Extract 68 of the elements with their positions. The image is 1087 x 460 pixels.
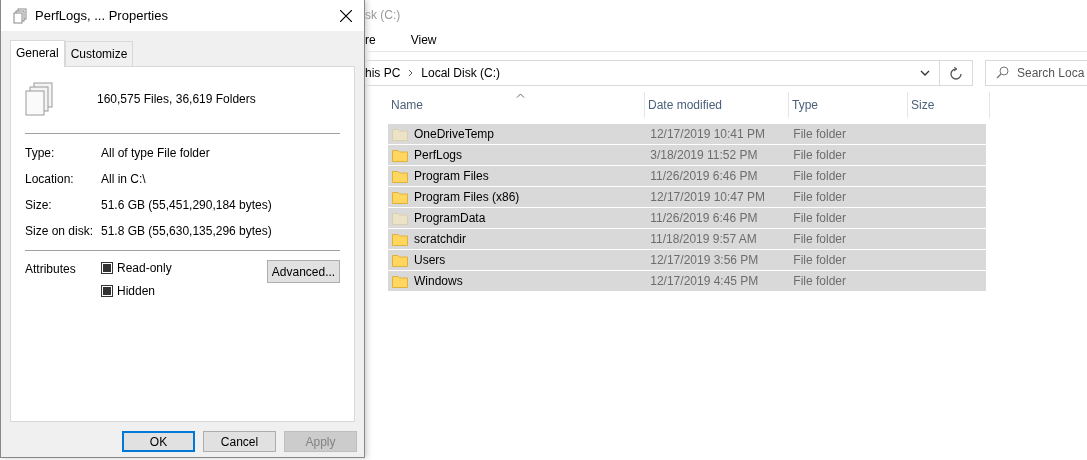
search-field[interactable]: Search Loca	[985, 60, 1087, 86]
file-type: File folder	[792, 273, 847, 290]
file-name: PerfLogs	[414, 147, 463, 164]
file-count: 160,575 Files, 36,619 Folders	[97, 91, 256, 108]
ribbon-tab[interactable]: View	[410, 30, 437, 49]
date-modified: 11/26/2019 6:46 PM	[649, 168, 759, 185]
file-name: scratchdir	[414, 231, 466, 248]
documents-icon	[25, 82, 53, 116]
file-row[interactable]: ProgramData 11/26/2019 6:46 PM File folder	[388, 208, 986, 229]
file-name: ProgramData	[414, 210, 486, 227]
file-name: Program Files	[414, 168, 489, 185]
property-label: Type:	[25, 145, 56, 162]
file-name: Users	[414, 252, 446, 269]
refresh-icon	[950, 67, 962, 81]
file-type: File folder	[792, 189, 847, 206]
date-modified: 12/17/2019 10:47 PM	[649, 189, 767, 206]
column-header[interactable]: Type	[789, 92, 908, 118]
dialog-button[interactable]: Cancel	[203, 431, 276, 452]
file-row[interactable]: Program Files 11/26/2019 6:46 PM File folder	[388, 166, 986, 187]
date-modified: 12/17/2019 4:45 PM	[649, 273, 760, 290]
tab[interactable]: General	[10, 40, 65, 67]
date-modified: 3/18/2019 11:52 PM	[649, 147, 759, 164]
checkbox[interactable]: Hidden	[101, 283, 172, 299]
file-type: File folder	[792, 210, 847, 227]
address-bar[interactable]: his PC Local Disk (C:)	[365, 60, 940, 86]
checkbox[interactable]: Read-only	[101, 260, 172, 276]
breadcrumb-item[interactable]: his PC	[365, 64, 401, 82]
window-title: PerfLogs, ... Properties	[35, 6, 168, 25]
file-row[interactable]: Users 12/17/2019 3:56 PM File folder	[388, 250, 986, 271]
file-type: File folder	[792, 231, 847, 248]
file-row[interactable]: scratchdir 11/18/2019 9:57 AM File folder	[388, 229, 986, 250]
date-modified: 12/17/2019 10:41 PM	[649, 126, 767, 143]
date-modified: 11/18/2019 9:57 AM	[649, 231, 758, 248]
tab[interactable]: Customize	[64, 41, 134, 66]
breadcrumb-item[interactable]: Local Disk (C:)	[421, 64, 501, 82]
file-row[interactable]: Program Files (x86) 12/17/2019 10:47 PM File folder	[388, 187, 986, 208]
advanced-button[interactable]: Advanced...	[267, 260, 340, 283]
file-row[interactable]: PerfLogs 3/18/2019 11:52 PM File folder	[388, 145, 986, 166]
file-type: File folder	[792, 126, 847, 143]
column-header[interactable]: Size	[908, 92, 990, 118]
property-label: Size:	[25, 197, 53, 214]
file-type: File folder	[792, 252, 847, 269]
window-title: sk (C:)	[365, 7, 402, 24]
date-modified: 11/26/2019 6:46 PM	[649, 210, 759, 227]
documents-icon	[13, 7, 27, 24]
column-header[interactable]: Date modified	[645, 92, 789, 118]
dialog-button[interactable]: OK	[122, 431, 195, 452]
property-value: All of type File folder	[101, 145, 210, 162]
refresh-button[interactable]	[940, 60, 973, 86]
property-label: Location:	[25, 171, 75, 188]
property-value: 51.6 GB (55,451,290,184 bytes)	[101, 197, 272, 214]
file-row[interactable]: OneDriveTemp 12/17/2019 10:41 PM File folder	[388, 124, 986, 145]
property-value: 51.8 GB (55,630,135,296 bytes)	[101, 223, 272, 240]
file-type: File folder	[792, 147, 847, 164]
file-row[interactable]: Windows 12/17/2019 4:45 PM File folder	[388, 271, 986, 292]
attributes-label: Attributes	[25, 261, 77, 278]
chevron-right-icon	[408, 69, 414, 77]
chevron-down-icon	[920, 70, 930, 76]
column-header[interactable]: Name	[388, 92, 645, 118]
file-type: File folder	[792, 168, 847, 185]
close-icon	[340, 9, 352, 22]
property-label: Size on disk:	[25, 223, 95, 240]
property-value: All in C:\	[101, 171, 146, 188]
ribbon-tab[interactable]: re	[365, 30, 376, 49]
file-name: OneDriveTemp	[414, 126, 495, 143]
date-modified: 12/17/2019 3:56 PM	[649, 252, 760, 269]
file-name: Program Files (x86)	[414, 189, 520, 206]
file-name: Windows	[414, 273, 463, 290]
